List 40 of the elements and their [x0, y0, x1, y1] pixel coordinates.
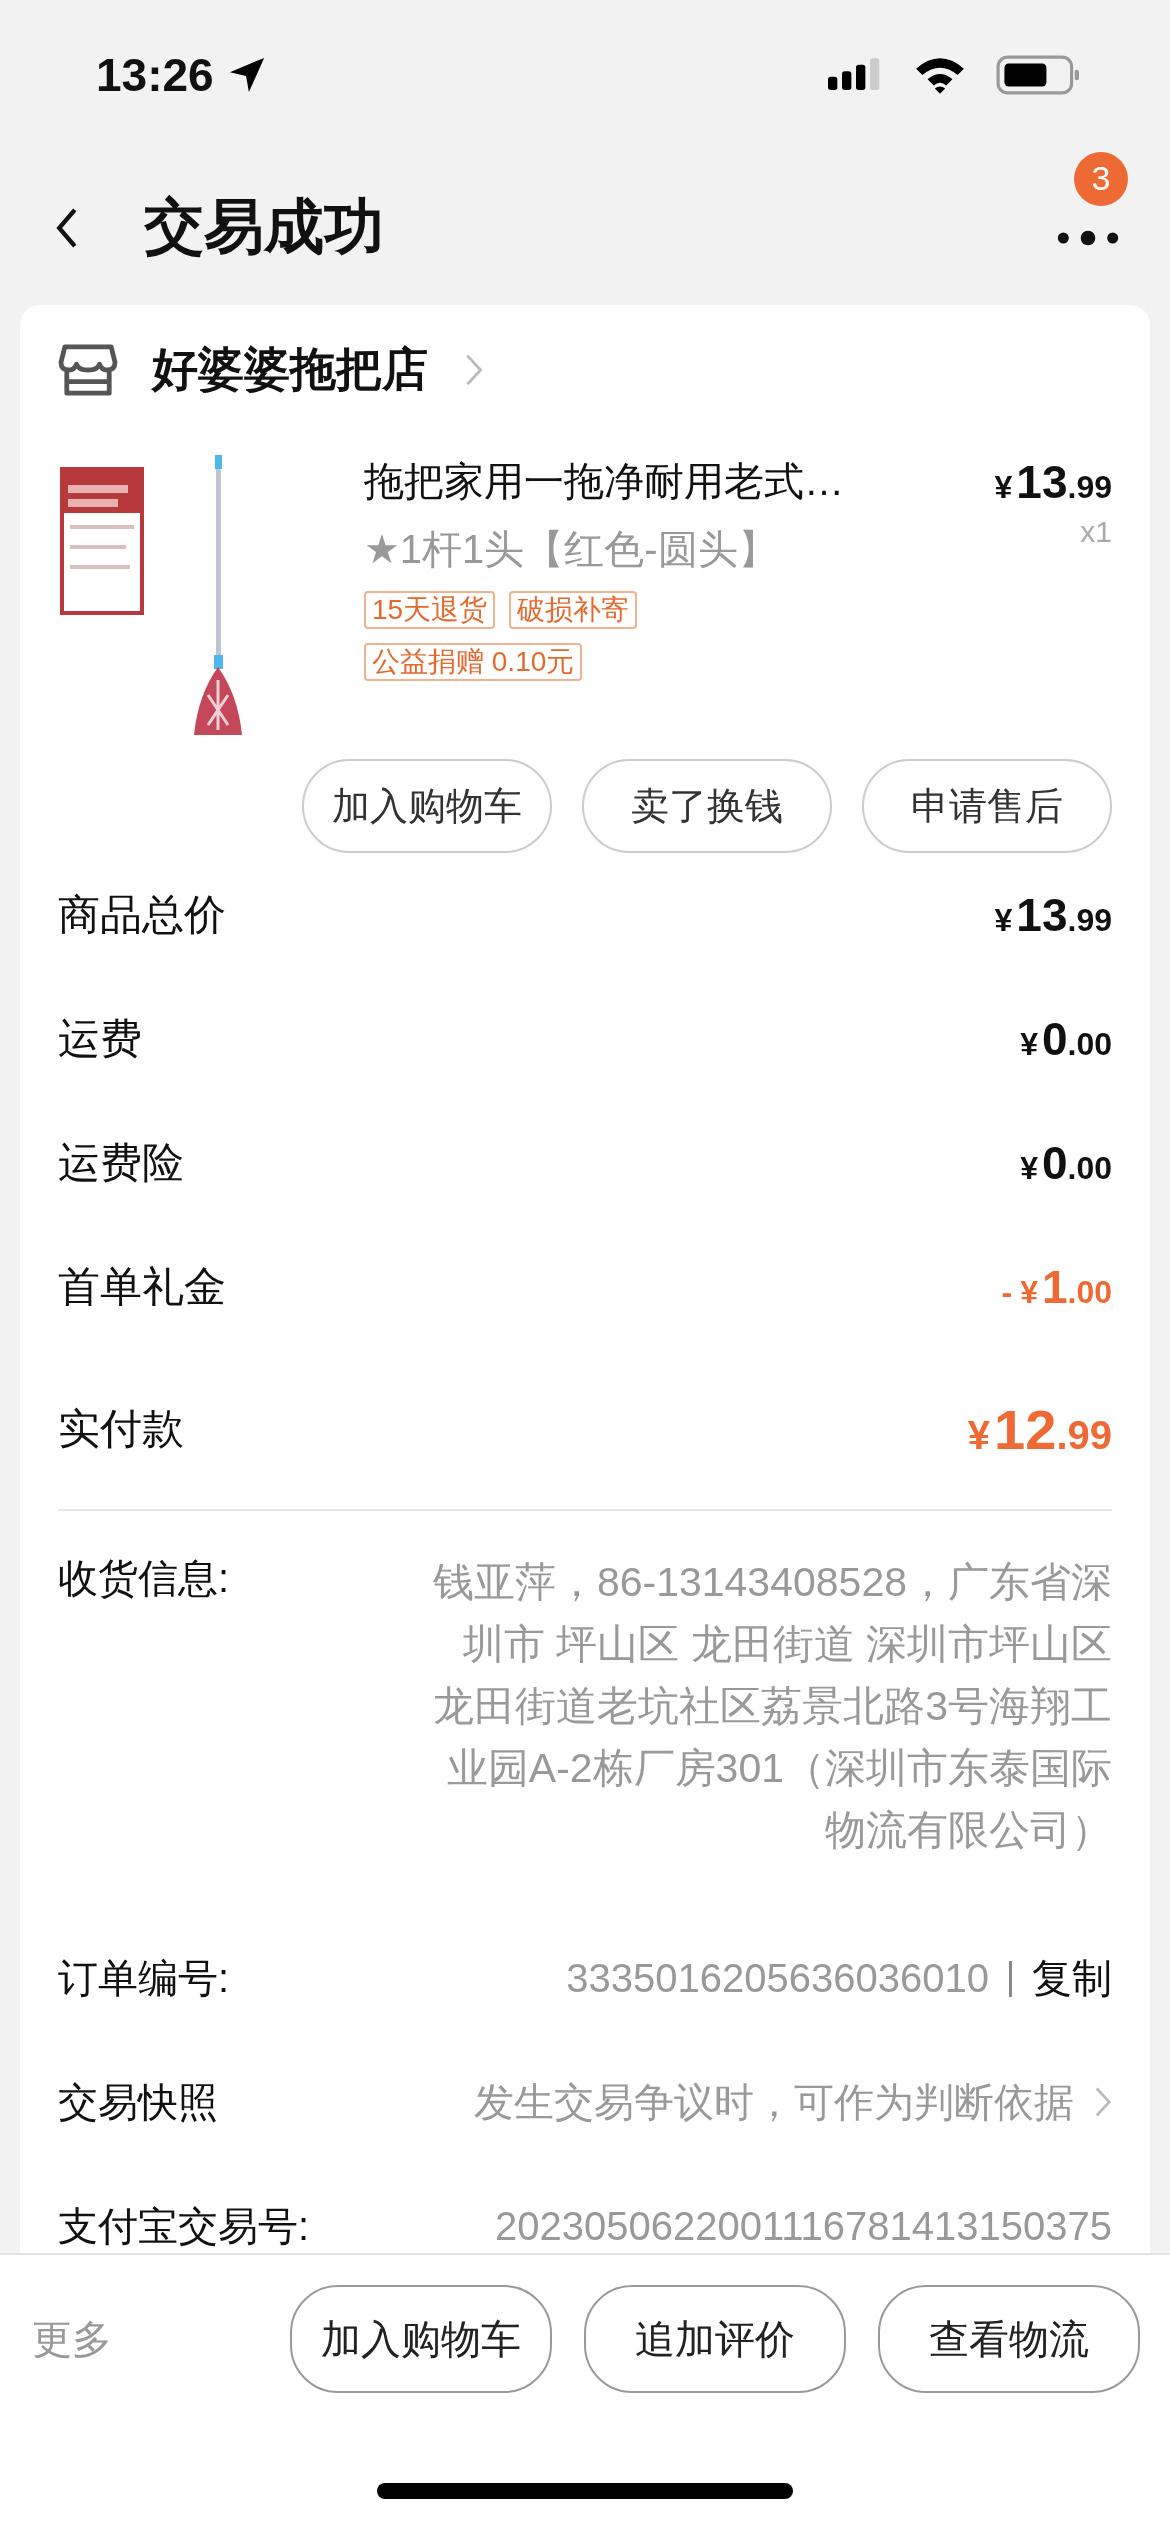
summary-amount: ¥0.00: [1020, 1136, 1112, 1190]
chevron-right-icon: [1094, 2085, 1112, 2119]
summary-label: 商品总价: [58, 890, 226, 940]
product-price: ¥13.99: [994, 455, 1112, 509]
summary-amount: ¥13.99: [994, 888, 1112, 942]
detail-value: 钱亚萍，86-13143408528，广东省深圳市 坪山区 龙田街道 深圳市坪山区龙田街道老坑社区荔景北路3号海翔工业园A-2栋厂房301（深圳市东泰国际物流有限公司）: [431, 1558, 1112, 1855]
action-button[interactable]: 申请售后: [862, 759, 1112, 853]
detail-value: 2023050622001116781413150375: [494, 2203, 1112, 2250]
copy-link[interactable]: 复制: [1032, 1951, 1112, 2005]
summary-label: 运费: [58, 1014, 142, 1064]
service-tag: 15天退货: [364, 591, 496, 629]
product-variant: ★1杆1头【红色-圆头】: [364, 526, 779, 573]
shop-icon: [58, 343, 118, 397]
detail-value: 3335016205636036010: [565, 1955, 989, 2002]
notification-badge: 3: [1074, 151, 1128, 206]
summary-amount: - ¥1.00: [1001, 1260, 1112, 1314]
action-button[interactable]: 查看物流: [878, 2285, 1140, 2393]
action-button[interactable]: 卖了换钱: [582, 759, 832, 853]
quantity: x1: [1080, 515, 1112, 549]
service-tag: 破损补寄: [509, 591, 638, 629]
summary-label: 首单礼金: [58, 1262, 226, 1312]
summary-label: 实付款: [58, 1404, 184, 1454]
summary-amount: ¥0.00: [1020, 1012, 1112, 1066]
summary-label: 运费险: [58, 1138, 184, 1188]
wifi-icon: [914, 56, 966, 94]
battery-icon: [996, 54, 1080, 96]
detail-label: 收货信息:: [58, 1555, 230, 1602]
detail-label: 支付宝交易号:: [58, 2203, 310, 2250]
status-time: 13:26: [96, 48, 214, 102]
detail-label: 订单编号:: [58, 1955, 230, 2002]
action-button[interactable]: 追加评价: [584, 2285, 846, 2393]
detail-label: 交易快照: [58, 2079, 218, 2126]
action-button[interactable]: 加入购物车: [302, 759, 552, 853]
chevron-right-icon: [464, 353, 484, 387]
service-tag: 公益捐赠 0.10元: [364, 643, 583, 681]
summary-amount: ¥12.99: [967, 1396, 1112, 1462]
page-title: 交易成功: [144, 192, 384, 262]
product-title[interactable]: 拖把家用一拖净耐用老式…: [364, 455, 995, 507]
shop-name[interactable]: 好婆婆拖把店: [152, 339, 428, 401]
action-button[interactable]: 加入购物车: [290, 2285, 552, 2393]
